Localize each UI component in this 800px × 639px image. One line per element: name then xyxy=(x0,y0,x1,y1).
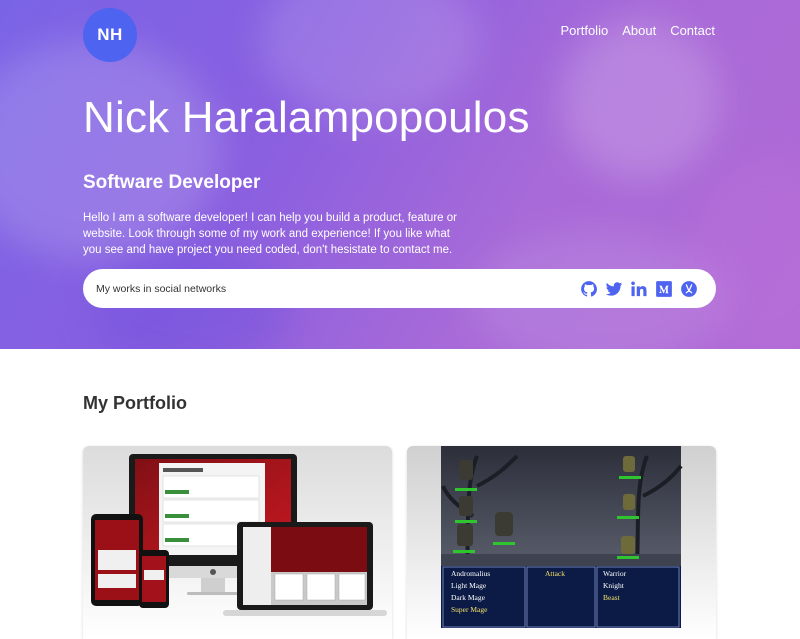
game-menu-party-1: Light Mage xyxy=(451,581,487,590)
social-icons xyxy=(580,280,698,298)
hero-title: Nick Haralampopoulos xyxy=(83,93,530,142)
game-menu-action-0: Attack xyxy=(545,569,565,578)
hero-bokeh xyxy=(690,160,800,349)
logo-avatar[interactable]: NH xyxy=(83,8,137,62)
linkedin-icon[interactable] xyxy=(630,280,648,298)
portfolio-card-website[interactable] xyxy=(83,446,392,639)
game-menu-enemy-0: Warrior xyxy=(603,569,627,578)
portfolio-card-game[interactable]: Andromalius Light Mage Dark Mage Super M… xyxy=(407,446,716,639)
nav-contact[interactable]: Contact xyxy=(670,23,715,38)
game-menu-party-0: Andromalius xyxy=(451,569,490,578)
social-label: My works in social networks xyxy=(96,282,227,295)
devpost-icon[interactable] xyxy=(680,280,698,298)
top-nav: Portfolio About Contact xyxy=(561,23,716,38)
game-menu-enemy-1: Knight xyxy=(603,581,625,590)
game-menu-party-2: Dark Mage xyxy=(451,593,486,602)
nav-portfolio[interactable]: Portfolio xyxy=(561,23,609,38)
hero-bokeh xyxy=(560,20,720,180)
devices-mockup-image xyxy=(91,454,387,616)
medium-icon[interactable] xyxy=(655,280,673,298)
hero-section: NH Portfolio About Contact Nick Haralamp… xyxy=(0,0,800,349)
game-menu-party-3: Super Mage xyxy=(451,605,488,614)
portfolio-title: My Portfolio xyxy=(83,393,187,413)
game-screenshot-image: Andromalius Light Mage Dark Mage Super M… xyxy=(441,446,683,628)
hero-description: Hello I am a software developer! I can h… xyxy=(83,212,457,256)
social-bar: My works in social networks xyxy=(83,269,716,308)
game-menu-enemy-2: Beast xyxy=(603,593,621,602)
github-icon[interactable] xyxy=(580,280,598,298)
twitter-icon[interactable] xyxy=(605,280,623,298)
hero-subtitle: Software Developer xyxy=(83,172,261,193)
nav-about[interactable]: About xyxy=(622,23,656,38)
